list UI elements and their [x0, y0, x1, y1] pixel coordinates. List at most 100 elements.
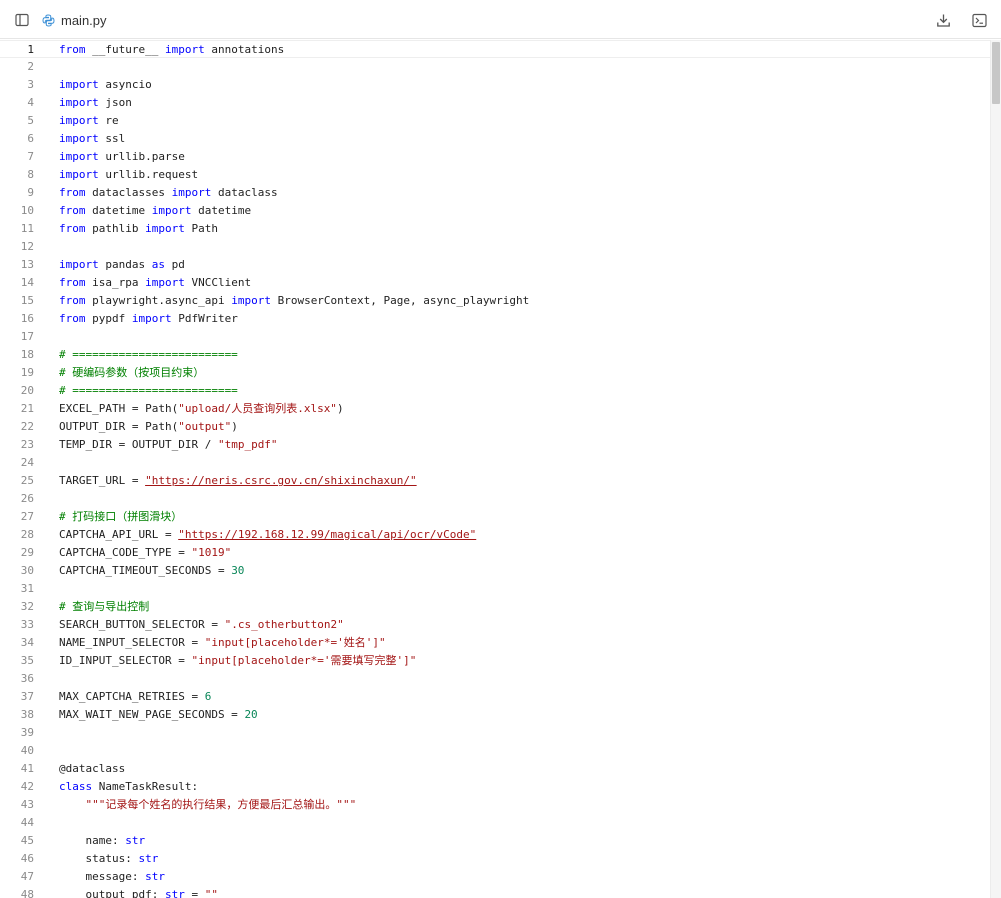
code-token: "https://neris.csrc.gov.cn/shixinchaxun/…	[145, 474, 417, 487]
code-text: # 硬编码参数（按项目约束）	[59, 364, 204, 382]
code-text: status: str	[59, 850, 158, 868]
code-line[interactable]: 33 SEARCH_BUTTON_SELECTOR = ".cs_otherbut…	[0, 616, 990, 634]
code-line[interactable]: 22 OUTPUT_DIR = Path("output")	[0, 418, 990, 436]
code-line[interactable]: 4 import json	[0, 94, 990, 112]
code-line[interactable]: 15 from playwright.async_api import Brows…	[0, 292, 990, 310]
line-number: 37	[20, 690, 34, 703]
code-text: # =========================	[59, 346, 238, 364]
code-line[interactable]: 30 CAPTCHA_TIMEOUT_SECONDS = 30	[0, 562, 990, 580]
code-token: )	[336, 402, 344, 415]
code-line[interactable]: 7 import urllib.parse	[0, 148, 990, 166]
code-line[interactable]: 19 # 硬编码参数（按项目约束）	[0, 364, 990, 382]
code-text: import pandas as pd	[59, 256, 185, 274]
code-token: import	[59, 96, 99, 109]
code-line[interactable]: 41 @dataclass	[0, 760, 990, 778]
line-number: 34	[20, 636, 34, 649]
line-number: 45	[20, 834, 34, 847]
code-token: "output"	[178, 420, 232, 433]
code-line[interactable]: 38 MAX_WAIT_NEW_PAGE_SECONDS = 20	[0, 706, 990, 724]
line-number: 46	[20, 852, 34, 865]
code-line[interactable]: 48 output_pdf: str = ""	[0, 886, 990, 898]
code-text: import urllib.parse	[59, 148, 185, 166]
code-line[interactable]: 28 CAPTCHA_API_URL = "https://192.168.12.…	[0, 526, 990, 544]
code-token: NAME_INPUT_SELECTOR =	[59, 636, 205, 649]
code-line[interactable]: 13 import pandas as pd	[0, 256, 990, 274]
code-line[interactable]: 32 # 查询与导出控制	[0, 598, 990, 616]
code-token: status:	[59, 852, 139, 865]
code-text: MAX_CAPTCHA_RETRIES = 6	[59, 688, 211, 706]
code-line[interactable]: 21 EXCEL_PATH = Path("upload/人员查询列表.xlsx"…	[0, 400, 990, 418]
code-line[interactable]: 45 name: str	[0, 832, 990, 850]
code-token: import	[59, 150, 99, 163]
code-line[interactable]: 25 TARGET_URL = "https://neris.csrc.gov.c…	[0, 472, 990, 490]
code-line[interactable]: 42 class NameTaskResult:	[0, 778, 990, 796]
code-token: from	[59, 186, 86, 199]
code-text: from datetime import datetime	[59, 202, 251, 220]
code-line[interactable]: 34 NAME_INPUT_SELECTOR = "input[placehold…	[0, 634, 990, 652]
code-line[interactable]: 8 import urllib.request	[0, 166, 990, 184]
line-number: 15	[20, 294, 34, 307]
code-line[interactable]: 20 # =========================	[0, 382, 990, 400]
code-line[interactable]: 43 """记录每个姓名的执行结果，方便最后汇总输出。"""	[0, 796, 990, 814]
line-number: 36	[20, 672, 34, 685]
code-line[interactable]: 31	[0, 580, 990, 598]
code-line[interactable]: 1 from __future__ import annotations	[0, 40, 990, 58]
code-text: from dataclasses import dataclass	[59, 184, 278, 202]
code-line[interactable]: 18 # =========================	[0, 346, 990, 364]
code-text: from isa_rpa import VNCClient	[59, 274, 251, 292]
code-line[interactable]: 10 from datetime import datetime	[0, 202, 990, 220]
code-token: ".cs_otherbutton2"	[224, 618, 344, 631]
code-token: # 查询与导出控制	[59, 600, 150, 613]
code-text: message: str	[59, 868, 164, 886]
code-token: pd	[164, 258, 185, 271]
code-line[interactable]: 2	[0, 58, 990, 76]
code-line[interactable]: 29 CAPTCHA_CODE_TYPE = "1019"	[0, 544, 990, 562]
code-line[interactable]: 17	[0, 328, 990, 346]
code-token: pypdf	[85, 312, 132, 325]
code-line[interactable]: 11 from pathlib import Path	[0, 220, 990, 238]
code-line[interactable]: 12	[0, 238, 990, 256]
line-number: 38	[20, 708, 34, 721]
code-line[interactable]: 47 message: str	[0, 868, 990, 886]
code-token: datetime	[191, 204, 252, 217]
code-text: @dataclass	[59, 760, 125, 778]
code-line[interactable]: 6 import ssl	[0, 130, 990, 148]
line-number: 18	[20, 348, 34, 361]
line-number: 12	[20, 240, 34, 253]
code-line[interactable]: 27 # 打码接口（拼图滑块）	[0, 508, 990, 526]
code-line[interactable]: 37 MAX_CAPTCHA_RETRIES = 6	[0, 688, 990, 706]
code-line[interactable]: 40	[0, 742, 990, 760]
code-line[interactable]: 9 from dataclasses import dataclass	[0, 184, 990, 202]
scrollbar-thumb[interactable]	[992, 42, 1000, 104]
code-token: # =========================	[59, 348, 238, 361]
code-line[interactable]: 23 TEMP_DIR = OUTPUT_DIR / "tmp_pdf"	[0, 436, 990, 454]
code-line[interactable]: 24	[0, 454, 990, 472]
code-text: ID_INPUT_SELECTOR = "input[placeholder*=…	[59, 652, 416, 670]
code-line[interactable]: 16 from pypdf import PdfWriter	[0, 310, 990, 328]
code-token: name:	[59, 834, 126, 847]
code-line[interactable]: 46 status: str	[0, 850, 990, 868]
line-number: 35	[20, 654, 34, 667]
code-line[interactable]: 14 from isa_rpa import VNCClient	[0, 274, 990, 292]
line-number: 5	[27, 114, 34, 127]
download-icon[interactable]	[933, 10, 953, 30]
code-text: TEMP_DIR = OUTPUT_DIR / "tmp_pdf"	[59, 436, 278, 454]
code-line[interactable]: 35 ID_INPUT_SELECTOR = "input[placeholder…	[0, 652, 990, 670]
code-token: PdfWriter	[171, 312, 238, 325]
vertical-scrollbar[interactable]	[990, 40, 1001, 898]
code-text: # 查询与导出控制	[59, 598, 149, 616]
code-line[interactable]: 39	[0, 724, 990, 742]
code-editor[interactable]: 1 from __future__ import annotations 2 3 imp…	[0, 40, 990, 898]
code-line[interactable]: 36	[0, 670, 990, 688]
code-line[interactable]: 26	[0, 490, 990, 508]
terminal-icon[interactable]	[969, 10, 989, 30]
code-token: __future__	[85, 43, 165, 56]
code-line[interactable]: 5 import re	[0, 112, 990, 130]
sidebar-toggle-icon[interactable]	[12, 10, 32, 30]
code-text: import asyncio	[59, 76, 152, 94]
code-line[interactable]: 3 import asyncio	[0, 76, 990, 94]
code-token: class	[59, 780, 93, 793]
file-tab[interactable]: main.py	[42, 11, 107, 29]
code-token: # 打码接口（拼图滑块）	[59, 510, 183, 523]
code-line[interactable]: 44	[0, 814, 990, 832]
